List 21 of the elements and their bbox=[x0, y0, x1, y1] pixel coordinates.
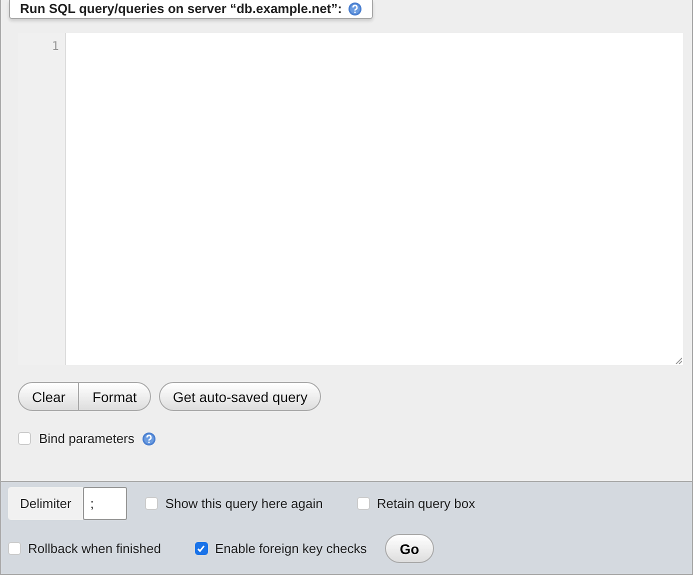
line-number: 1 bbox=[52, 39, 59, 53]
checkbox[interactable] bbox=[194, 542, 208, 555]
delimiter-field[interactable]: ; bbox=[83, 487, 128, 520]
delimiter-label: Delimiter bbox=[8, 487, 84, 520]
checkbox-label: Enable foreign key checks bbox=[214, 541, 367, 556]
checkbox[interactable] bbox=[8, 542, 21, 555]
help-icon[interactable] bbox=[142, 432, 156, 446]
toolbar-button[interactable]: Clear bbox=[18, 382, 80, 411]
help-icon[interactable] bbox=[348, 2, 362, 16]
panel-title: Run SQL query/queries on server “db.example.net”: bbox=[20, 1, 342, 16]
checkbox-label: Bind parameters bbox=[39, 431, 134, 446]
toolbar-button[interactable]: Format bbox=[78, 382, 151, 411]
checkbox-label: Retain query box bbox=[376, 496, 476, 511]
checkbox[interactable] bbox=[356, 497, 370, 510]
go-button[interactable]: Go bbox=[384, 534, 434, 563]
checkbox-label: Rollback when finished bbox=[28, 541, 161, 556]
checkbox-label: Show this query here again bbox=[165, 496, 323, 511]
toolbar-button[interactable]: Get auto-saved query bbox=[158, 382, 322, 411]
checkbox[interactable] bbox=[145, 497, 158, 510]
checkbox[interactable] bbox=[18, 432, 31, 445]
resize-grip-icon[interactable] bbox=[675, 357, 682, 364]
